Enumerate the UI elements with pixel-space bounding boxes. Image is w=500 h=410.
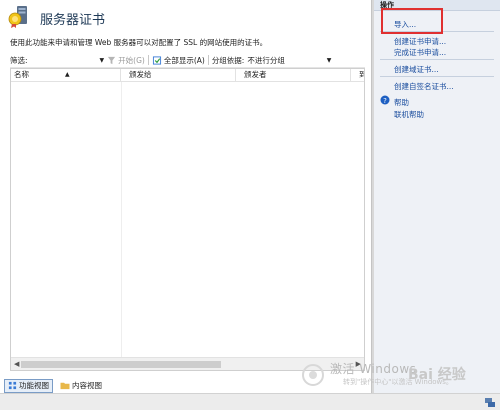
features-view-tab[interactable]: 功能视图 <box>4 378 53 393</box>
column-header-issued-by[interactable]: 颁发者 <box>241 69 351 82</box>
import-highlight-box <box>381 8 443 34</box>
scroll-left-icon[interactable]: ◀ <box>14 360 19 368</box>
toolbar-separator <box>207 55 209 65</box>
certificates-table[interactable]: 名称 ▲ 颁发给 颁发者 到 ◀ ▶ <box>10 68 365 371</box>
filter-dropdown-icon[interactable]: ▼ <box>100 57 105 64</box>
show-all-icon <box>152 55 161 65</box>
windows-activation-watermark: 激活 Windows <box>330 362 417 376</box>
toolbar-separator <box>147 55 149 65</box>
filter-label: 筛选: <box>10 55 28 65</box>
help-link[interactable]: 帮助 <box>394 97 409 108</box>
column-header-issued-to[interactable]: 颁发给 <box>126 69 236 82</box>
online-help-link[interactable]: 联机帮助 <box>394 109 424 120</box>
content-view-tab[interactable]: 内容视图 <box>57 379 105 393</box>
go-label: 开始(G) <box>118 55 145 65</box>
create-certificate-request-link[interactable]: 创建证书申请... <box>394 36 446 47</box>
group-by-value: 不进行分组 <box>247 55 285 65</box>
actions-pane: 操作 导入... 创建证书申请... 完成证书申请... 创建域证书... 创建… <box>374 0 500 393</box>
create-self-signed-certificate-link[interactable]: 创建自签名证书... <box>394 81 454 92</box>
funnel-icon <box>108 56 116 64</box>
scrollbar-thumb[interactable] <box>21 361 221 368</box>
complete-certificate-request-link[interactable]: 完成证书申请... <box>394 47 446 58</box>
sort-ascending-icon: ▲ <box>65 71 70 78</box>
column-divider <box>121 82 122 357</box>
group-by-label: 分组依据: <box>211 55 245 65</box>
bottom-status-strip <box>0 393 500 410</box>
content-view-icon <box>60 382 70 390</box>
show-all-label: 全部显示(A) <box>163 55 205 65</box>
network-tray-icon[interactable] <box>484 396 496 408</box>
baidu-watermark-text: Bai 经验 <box>408 367 466 383</box>
server-certificate-icon <box>8 6 27 28</box>
server-certificates-pane: 服务器证书 使用此功能来申请和管理 Web 服务器可以对配置了 SSL 的网站使… <box>0 0 371 393</box>
show-all-button[interactable]: 全部显示(A) <box>152 55 205 66</box>
actions-divider <box>380 59 494 60</box>
group-by-dropdown[interactable]: 不进行分组 ▼ <box>247 55 331 66</box>
help-icon: ? <box>380 95 390 105</box>
svg-text:?: ? <box>383 97 387 105</box>
table-header: 名称 ▲ 颁发给 颁发者 到 <box>11 69 364 82</box>
page-description: 使用此功能来申请和管理 Web 服务器可以对配置了 SSL 的网站使用的证书。 <box>10 38 268 47</box>
column-header-expiration[interactable]: 到 <box>356 69 364 82</box>
page-title: 服务器证书 <box>40 13 106 28</box>
create-domain-certificate-link[interactable]: 创建域证书... <box>394 64 439 75</box>
actions-divider <box>380 76 494 77</box>
features-view-icon <box>8 381 17 390</box>
go-button[interactable]: 开始(G) <box>107 55 145 66</box>
chevron-down-icon: ▼ <box>326 56 332 64</box>
column-header-name[interactable]: 名称 ▲ <box>11 69 121 82</box>
filter-input[interactable] <box>28 55 100 66</box>
filter-toolbar: 筛选: ▼ 开始(G) 全部显示(A) 分组依据: 不进行分组 ▼ <box>10 53 365 68</box>
